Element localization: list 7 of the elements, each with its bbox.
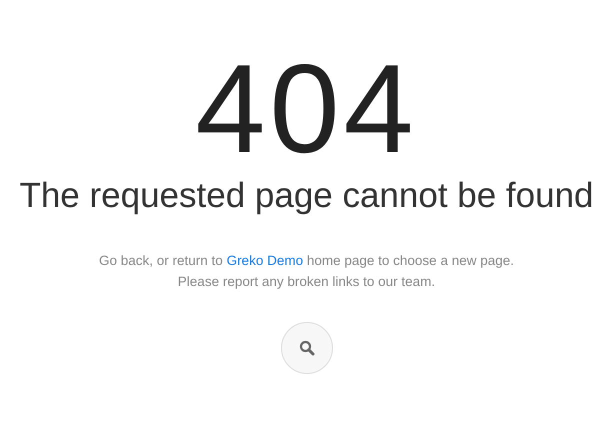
home-link[interactable]: Greko Demo: [226, 253, 304, 268]
message-text: Go back, or return to Greko Demo home page to choose a new page.: [99, 252, 514, 270]
error-heading: The requested page cannot be found: [19, 175, 594, 217]
note-text: Please report any broken links to our team.: [178, 273, 436, 291]
search-button[interactable]: [280, 322, 332, 374]
error-code: 404: [195, 44, 418, 174]
search-icon: [298, 340, 314, 356]
